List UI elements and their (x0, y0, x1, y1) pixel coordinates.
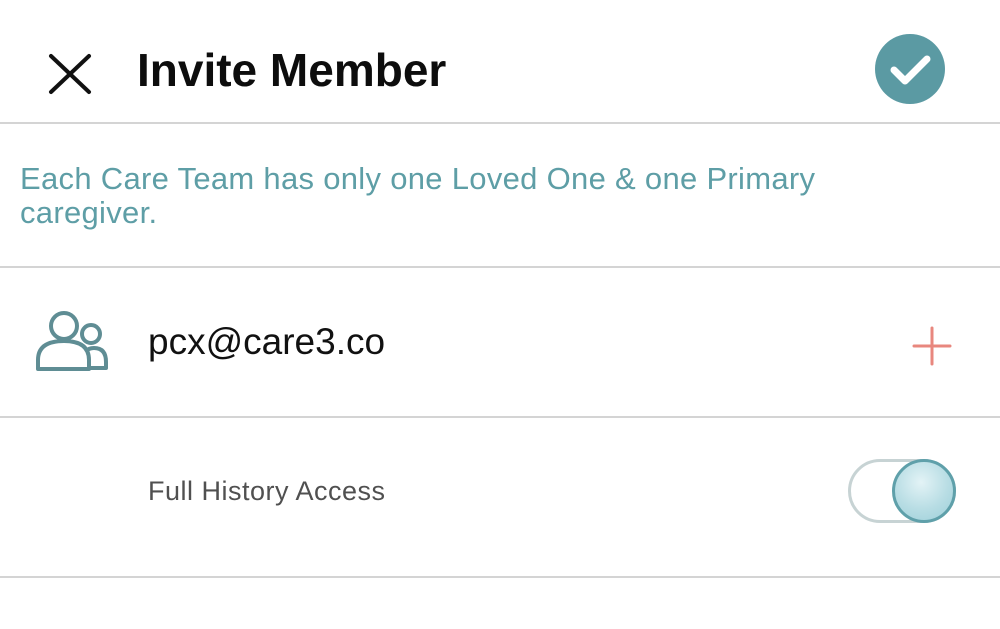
email-value[interactable]: pcx@care3.co (148, 320, 385, 364)
close-icon (49, 54, 91, 94)
care-team-notice: Each Care Team has only one Loved One & … (0, 124, 1000, 268)
notice-text: Each Care Team has only one Loved One & … (20, 161, 816, 230)
plus-icon (912, 326, 952, 366)
history-access-toggle[interactable] (848, 459, 956, 523)
page-title: Invite Member (137, 44, 447, 96)
toggle-knob[interactable] (892, 459, 956, 523)
invite-email-row: pcx@care3.co (0, 268, 1000, 418)
people-icon (36, 311, 108, 371)
checkmark-icon (890, 55, 931, 85)
history-access-label: Full History Access (148, 476, 386, 506)
header-bar: Invite Member (0, 0, 1000, 124)
invite-member-screen: Invite Member Each Care Team has only on… (0, 0, 1000, 629)
add-member-button[interactable] (910, 324, 954, 368)
confirm-button[interactable] (875, 34, 945, 104)
close-button[interactable] (44, 50, 96, 98)
history-access-row: Full History Access (0, 418, 1000, 578)
